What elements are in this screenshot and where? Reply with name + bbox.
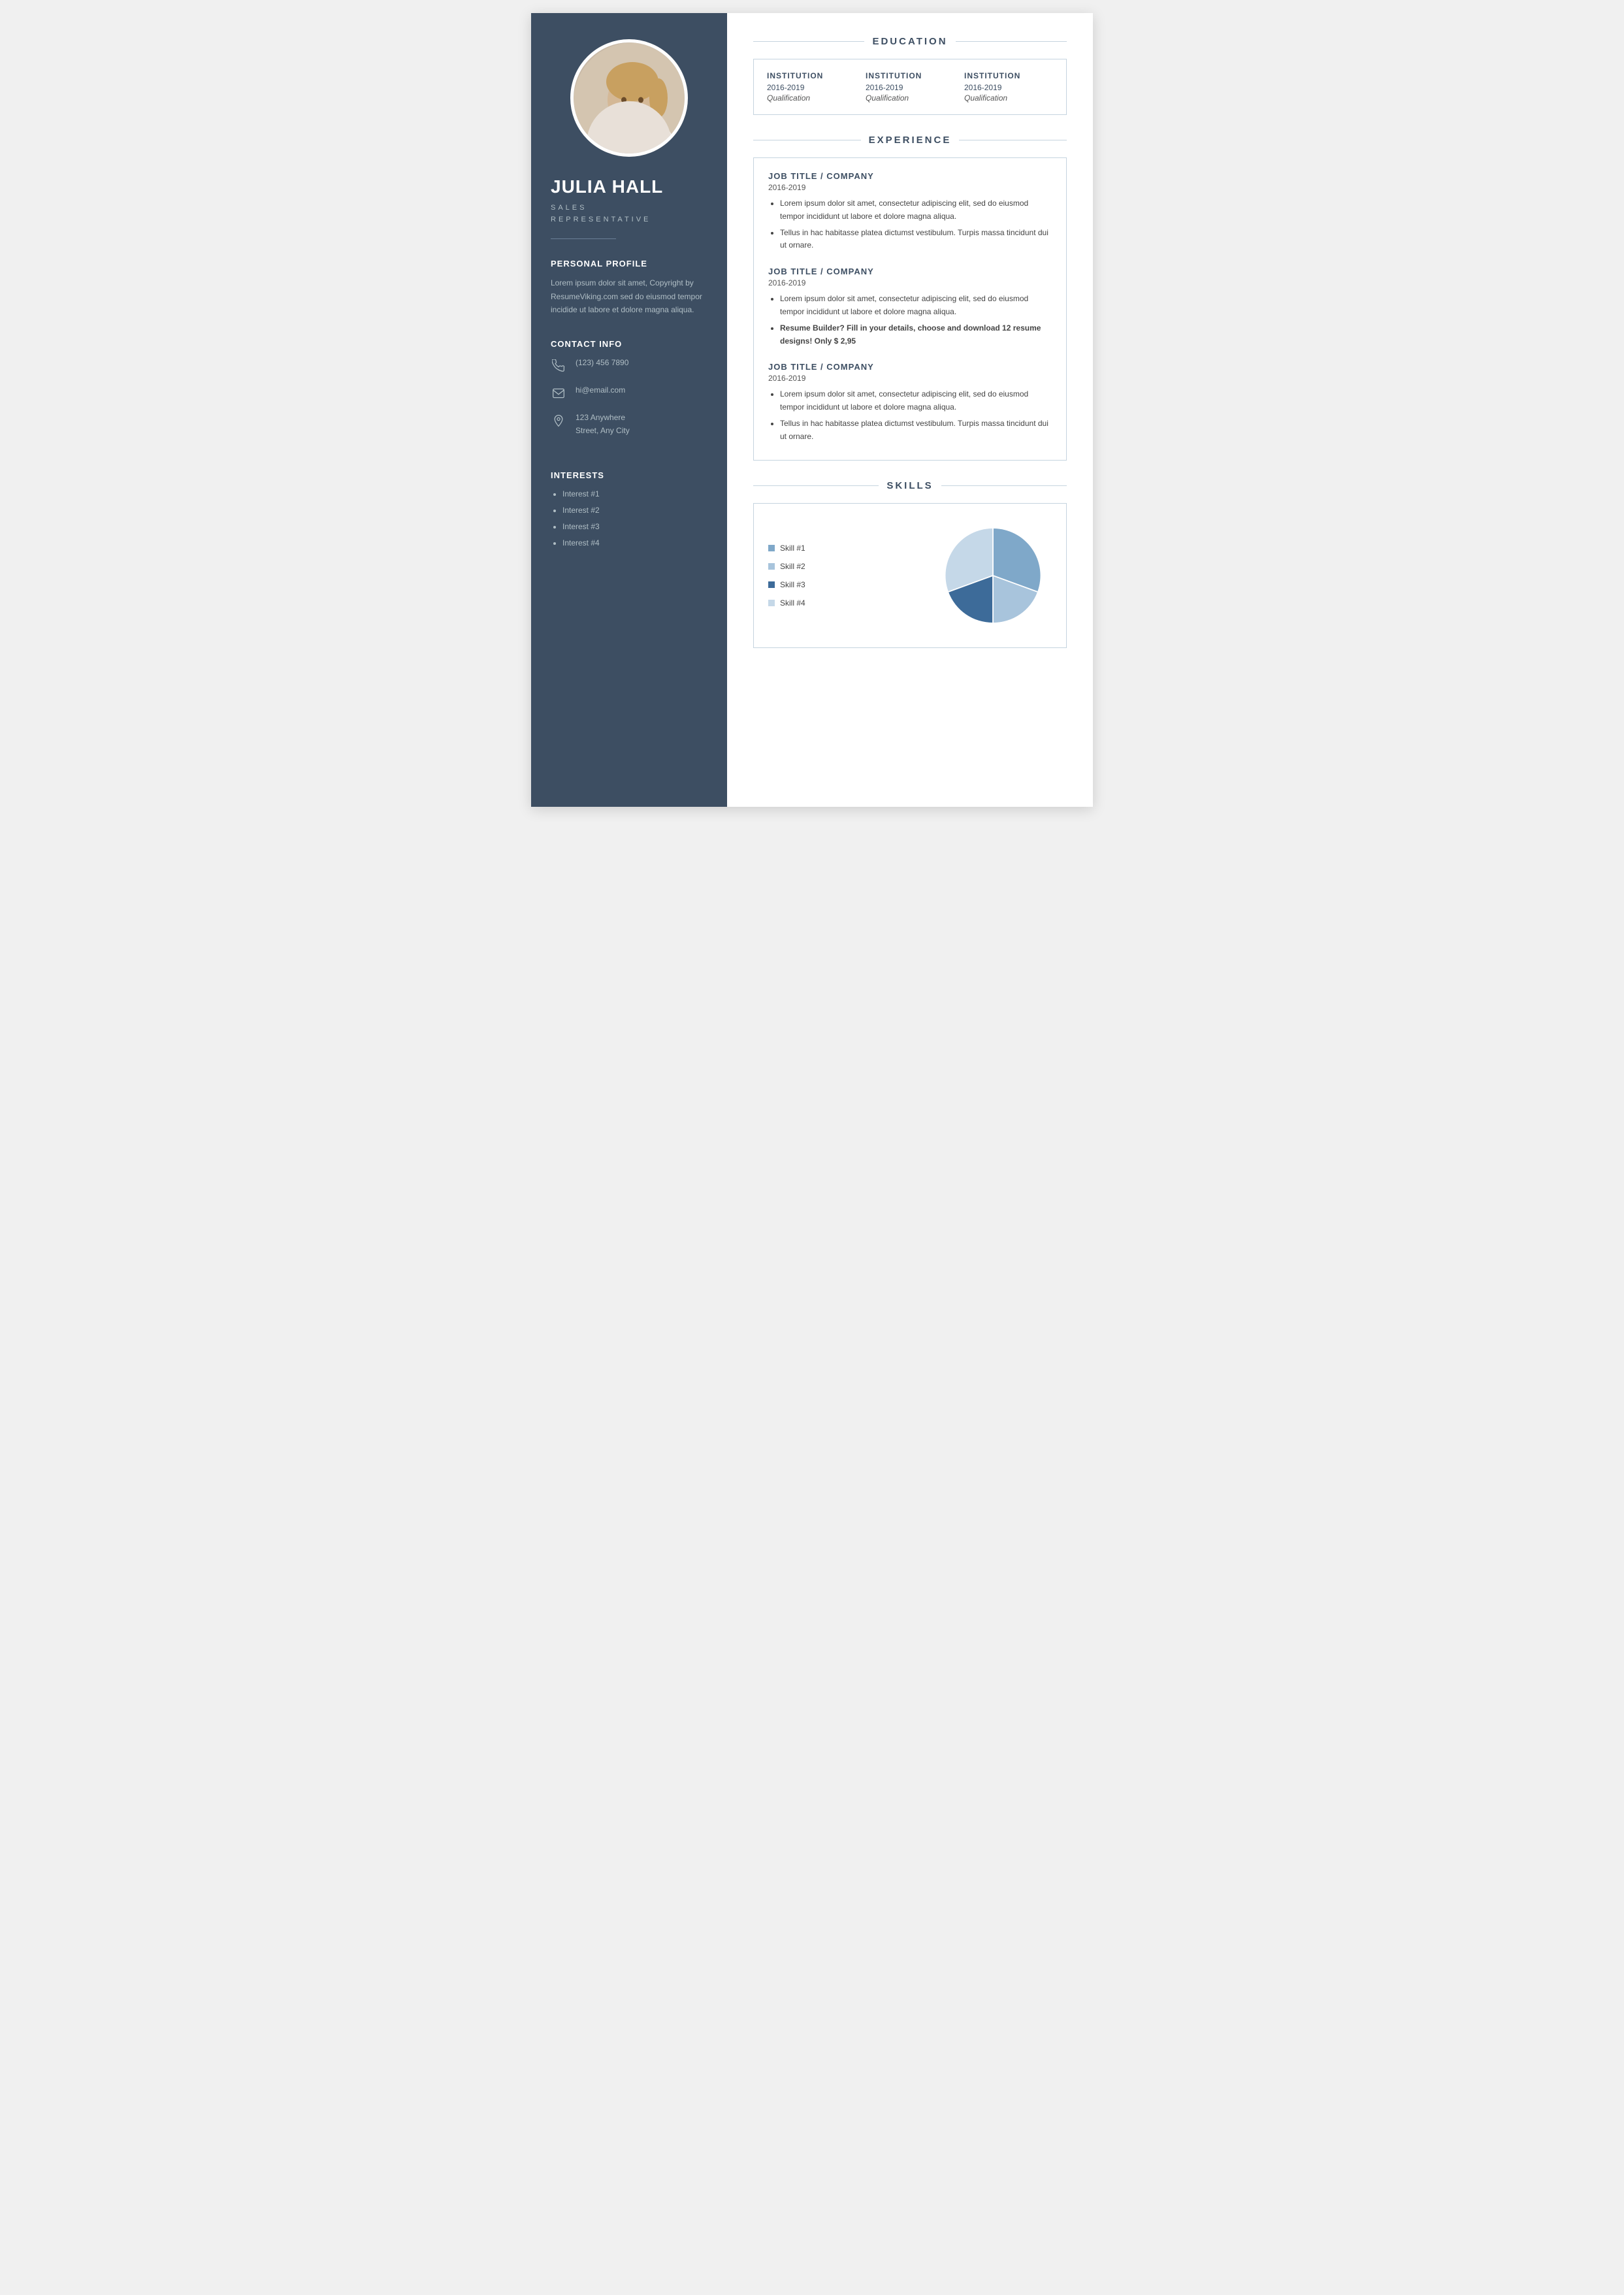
list-item: Lorem ipsum dolor sit amet, consectetur …: [780, 388, 1052, 414]
job-title-company: JOB TITLE / COMPANY: [768, 267, 1052, 276]
skill-legend-item: Skill #4: [768, 598, 805, 608]
job-bullets: Lorem ipsum dolor sit amet, consectetur …: [768, 197, 1052, 252]
experience-title: EXPERIENCE: [869, 135, 952, 146]
address-contact: 123 Anywhere Street, Any City: [551, 412, 707, 436]
job-year: 2016-2019: [768, 183, 1052, 192]
skills-pie-chart: [934, 517, 1052, 634]
email-text: hi@email.com: [576, 384, 625, 397]
skills-section: SKILLS Skill #1 Skill #2: [753, 480, 1067, 648]
email-icon: [551, 385, 566, 401]
skill-label-1: Skill #1: [780, 544, 805, 553]
list-item: Interest #3: [562, 521, 707, 533]
skill-legend-item: Skill #1: [768, 544, 805, 553]
interests-heading: INTERESTS: [551, 470, 707, 480]
institution-label: INSTITUTION: [866, 71, 954, 80]
personal-profile-heading: PERSONAL PROFILE: [551, 259, 647, 269]
skill-color-3: [768, 581, 775, 588]
location-icon: [551, 413, 566, 429]
education-section: EDUCATION INSTITUTION 2016-2019 Qualific…: [753, 36, 1067, 115]
phone-contact: (123) 456 7890: [551, 357, 707, 374]
skill-legend-item: Skill #3: [768, 580, 805, 589]
job-bullets: Lorem ipsum dolor sit amet, consectetur …: [768, 388, 1052, 443]
header-line-right: [956, 41, 1067, 42]
edu-qualification: Qualification: [767, 93, 856, 103]
edu-qualification: Qualification: [866, 93, 954, 103]
education-title: EDUCATION: [872, 36, 947, 47]
list-item: Interest #1: [562, 488, 707, 500]
skill-color-1: [768, 545, 775, 551]
list-item: Tellus in hac habitasse platea dictumst …: [780, 417, 1052, 444]
skills-box: Skill #1 Skill #2 Skill #3 Skill #4: [753, 503, 1067, 648]
job-title: SALES REPRESENTATIVE: [551, 203, 651, 225]
contact-section: CONTACT INFO (123) 456 7890 hi@email: [551, 339, 707, 447]
skill-legend-item: Skill #2: [768, 562, 805, 571]
interests-list: Interest #1 Interest #2 Interest #3 Inte…: [551, 488, 707, 550]
header-line-left: [753, 41, 864, 42]
interests-section: INTERESTS Interest #1 Interest #2 Intere…: [551, 470, 707, 554]
institution-label: INSTITUTION: [964, 71, 1053, 80]
job-title-company: JOB TITLE / COMPANY: [768, 171, 1052, 181]
skills-inner: Skill #1 Skill #2 Skill #3 Skill #4: [768, 517, 1052, 634]
job-bullets: Lorem ipsum dolor sit amet, consectetur …: [768, 293, 1052, 348]
phone-text: (123) 456 7890: [576, 357, 628, 369]
edu-year: 2016-2019: [964, 83, 1053, 92]
list-item: Resume Builder? Fill in your details, ch…: [780, 322, 1052, 348]
address-text: 123 Anywhere Street, Any City: [576, 412, 630, 436]
list-item: Tellus in hac habitasse platea dictumst …: [780, 227, 1052, 253]
list-item: Interest #4: [562, 537, 707, 549]
edu-year: 2016-2019: [767, 83, 856, 92]
full-name: JULIA HALL: [551, 176, 663, 197]
edu-year: 2016-2019: [866, 83, 954, 92]
profile-text: Lorem ipsum dolor sit amet, Copyright by…: [551, 276, 707, 316]
education-grid: INSTITUTION 2016-2019 Qualification INST…: [753, 59, 1067, 115]
skill-label-2: Skill #2: [780, 562, 805, 571]
skills-header: SKILLS: [753, 480, 1067, 491]
skills-title: SKILLS: [886, 480, 933, 491]
job-entry: JOB TITLE / COMPANY 2016-2019 Lorem ipsu…: [768, 362, 1052, 443]
phone-icon: [551, 358, 566, 374]
skill-label-4: Skill #4: [780, 598, 805, 608]
skills-legend: Skill #1 Skill #2 Skill #3 Skill #4: [768, 544, 805, 608]
skill-color-4: [768, 600, 775, 606]
list-item: Lorem ipsum dolor sit amet, consectetur …: [780, 293, 1052, 319]
job-year: 2016-2019: [768, 278, 1052, 287]
edu-qualification: Qualification: [964, 93, 1053, 103]
skill-label-3: Skill #3: [780, 580, 805, 589]
job-year: 2016-2019: [768, 374, 1052, 383]
header-line-right: [941, 485, 1067, 486]
sidebar: JULIA HALL SALES REPRESENTATIVE PERSONAL…: [531, 13, 727, 807]
divider: [551, 238, 616, 239]
list-item: Interest #2: [562, 504, 707, 517]
experience-box: JOB TITLE / COMPANY 2016-2019 Lorem ipsu…: [753, 157, 1067, 461]
education-item: INSTITUTION 2016-2019 Qualification: [964, 71, 1053, 103]
experience-header: EXPERIENCE: [753, 135, 1067, 146]
institution-label: INSTITUTION: [767, 71, 856, 80]
job-entry: JOB TITLE / COMPANY 2016-2019 Lorem ipsu…: [768, 171, 1052, 252]
job-title-company: JOB TITLE / COMPANY: [768, 362, 1052, 372]
education-item: INSTITUTION 2016-2019 Qualification: [866, 71, 954, 103]
resume-container: JULIA HALL SALES REPRESENTATIVE PERSONAL…: [531, 13, 1093, 807]
education-header: EDUCATION: [753, 36, 1067, 47]
skill-color-2: [768, 563, 775, 570]
education-item: INSTITUTION 2016-2019 Qualification: [767, 71, 856, 103]
main-content: EDUCATION INSTITUTION 2016-2019 Qualific…: [727, 13, 1093, 807]
email-contact: hi@email.com: [551, 384, 707, 401]
job-entry: JOB TITLE / COMPANY 2016-2019 Lorem ipsu…: [768, 267, 1052, 348]
experience-section: EXPERIENCE JOB TITLE / COMPANY 2016-2019…: [753, 135, 1067, 461]
avatar: [570, 39, 688, 157]
header-line-left: [753, 485, 879, 486]
list-item: Lorem ipsum dolor sit amet, consectetur …: [780, 197, 1052, 223]
contact-heading: CONTACT INFO: [551, 339, 707, 349]
